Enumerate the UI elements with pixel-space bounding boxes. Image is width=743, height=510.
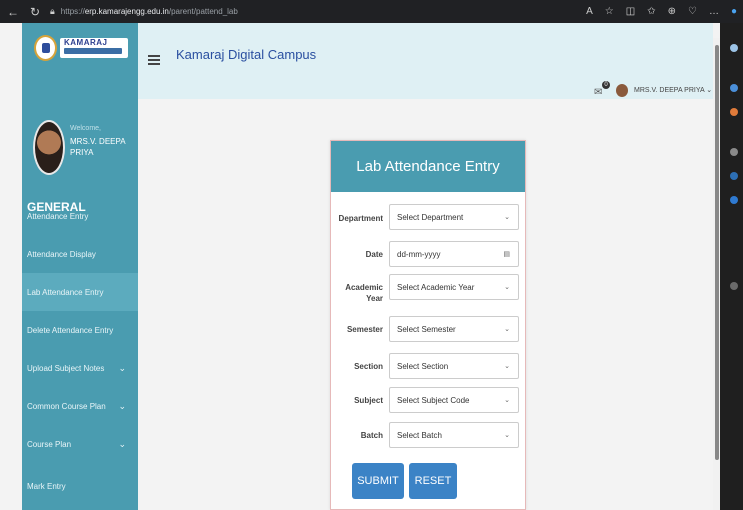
notification-badge: 0	[602, 81, 610, 89]
brand-tagline-graphic	[64, 48, 122, 54]
user-menu-label: MRS.V. DEEPA PRIYA	[634, 87, 705, 94]
subject-label: Subject	[354, 396, 383, 405]
sidebar-item-mark-entry[interactable]: Mark Entry	[22, 467, 138, 505]
address-bar[interactable]: https://erp.kamarajengg.edu.in/parent/pa…	[61, 7, 238, 16]
form-title: Lab Attendance Entry	[331, 141, 525, 192]
calendar-icon[interactable]: ▤	[503, 250, 510, 258]
chevron-down-icon: ⌄	[504, 363, 510, 370]
subject-placeholder: Select Subject Code	[397, 395, 470, 405]
welcome-text: Welcome,	[70, 125, 101, 132]
sidebar-item-upload-subject-notes[interactable]: Upload Subject Notes ⌄	[22, 349, 138, 387]
sidebar-item-label: Attendance Display	[27, 249, 96, 259]
user-menu[interactable]: MRS.V. DEEPA PRIYA ⌄	[634, 86, 712, 94]
reset-button[interactable]: RESET	[409, 463, 457, 499]
sidebar-item-label: Mark Entry	[27, 481, 66, 491]
office-sidebar-icon[interactable]	[730, 172, 738, 180]
read-aloud-icon[interactable]: A	[586, 6, 593, 17]
chevron-down-icon: ⌄	[118, 400, 126, 411]
url-path: /parent/pattend_lab	[168, 7, 238, 16]
chevron-down-icon: ⌄	[504, 284, 510, 291]
page-title: Kamaraj Digital Campus	[176, 47, 317, 62]
lab-attendance-card: Lab Attendance Entry Department Select D…	[330, 140, 526, 510]
favorites-icon[interactable]: ✩	[647, 6, 655, 17]
sidebar-item-course-plan[interactable]: Course Plan ⌄	[22, 425, 138, 463]
search-sidebar-icon[interactable]	[730, 44, 738, 52]
section-label: Section	[354, 362, 383, 371]
sidebar-user-name: MRS.V. DEEPA PRIYA	[70, 137, 126, 157]
date-placeholder: dd-mm-yyyy	[397, 249, 441, 259]
mail-icon[interactable]: ✉	[594, 87, 602, 98]
academic-year-label: Academic Year	[345, 283, 383, 303]
chevron-down-icon: ⌄	[504, 432, 510, 439]
chevron-down-icon: ⌄	[118, 438, 126, 449]
scrollbar-thumb[interactable]	[715, 45, 719, 460]
chevron-down-icon: ⌄	[706, 87, 713, 94]
college-logo	[34, 35, 57, 61]
batch-select[interactable]: Select Batch ⌄	[389, 422, 519, 448]
extensions-icon[interactable]: ♡	[688, 6, 697, 17]
sidebar-item-label: Delete Attendance Entry	[27, 325, 114, 335]
shopping-sidebar-icon[interactable]	[730, 84, 738, 92]
favorite-star-icon[interactable]: ☆	[605, 6, 614, 17]
split-screen-icon[interactable]: ◫	[626, 6, 635, 17]
browser-toolbar: ← ↻ 🔒︎ https://erp.kamarajengg.edu.in/pa…	[0, 0, 743, 23]
batch-placeholder: Select Batch	[397, 430, 442, 440]
submit-button[interactable]: SUBMIT	[352, 463, 404, 499]
date-label: Date	[365, 250, 383, 259]
sidebar-item-common-course-plan[interactable]: Common Course Plan ⌄	[22, 387, 138, 425]
academic-year-placeholder: Select Academic Year	[397, 282, 475, 292]
sidebar-item-delete-attendance-entry[interactable]: Delete Attendance Entry	[22, 311, 138, 349]
semester-placeholder: Select Semester	[397, 324, 456, 334]
url-prefix: https://	[60, 7, 85, 16]
sidebar-item-label: Upload Subject Notes	[27, 363, 105, 373]
sidebar-item-label: Lab Attendance Entry	[27, 287, 104, 297]
url-domain: erp.kamarajengg.edu.in	[84, 7, 169, 16]
sidebar: KAMARAJ Welcome, MRS.V. DEEPA PRIYA GENE…	[22, 23, 138, 510]
semester-label: Semester	[346, 325, 383, 334]
add-sidebar-icon[interactable]	[730, 282, 738, 290]
collections-icon[interactable]: ⊕	[668, 6, 676, 17]
brand-name: KAMARAJ	[64, 38, 108, 47]
more-menu-icon[interactable]: …	[709, 6, 719, 17]
chevron-down-icon: ⌄	[118, 362, 126, 373]
batch-label: Batch	[360, 431, 383, 440]
section-select[interactable]: Select Section ⌄	[389, 353, 519, 379]
sidebar-item-attendance-entry[interactable]: Attendance Entry	[22, 197, 138, 235]
user-avatar	[33, 120, 65, 175]
top-header: Kamaraj Digital Campus ✉ 0 MRS.V. DEEPA …	[138, 23, 713, 99]
date-input[interactable]: dd-mm-yyyy ▤	[389, 241, 519, 267]
games-sidebar-icon[interactable]	[730, 148, 738, 156]
section-placeholder: Select Section	[397, 361, 449, 371]
department-placeholder: Select Department	[397, 212, 464, 222]
chevron-down-icon: ⌄	[504, 326, 510, 333]
hamburger-menu-icon[interactable]	[148, 55, 160, 65]
sidebar-item-label: Common Course Plan	[27, 401, 106, 411]
sidebar-item-label: Attendance Entry	[27, 211, 89, 221]
refresh-icon[interactable]: ↻	[28, 5, 42, 19]
outlook-sidebar-icon[interactable]	[730, 196, 738, 204]
lock-icon[interactable]: 🔒︎	[50, 6, 55, 17]
back-icon[interactable]: ←	[6, 5, 20, 19]
sidebar-item-label: Course Plan	[27, 439, 72, 449]
browser-side-panel	[720, 23, 743, 510]
chevron-down-icon: ⌄	[504, 397, 510, 404]
department-label: Department	[338, 214, 383, 223]
copilot-icon[interactable]: ●	[731, 6, 737, 17]
department-select[interactable]: Select Department ⌄	[389, 204, 519, 230]
sidebar-item-lab-attendance-entry[interactable]: Lab Attendance Entry	[22, 273, 138, 311]
user-avatar-small[interactable]	[616, 84, 628, 97]
tools-sidebar-icon[interactable]	[730, 108, 738, 116]
subject-select[interactable]: Select Subject Code ⌄	[389, 387, 519, 413]
sidebar-item-attendance-display[interactable]: Attendance Display	[22, 235, 138, 273]
academic-year-select[interactable]: Select Academic Year ⌄	[389, 274, 519, 300]
semester-select[interactable]: Select Semester ⌄	[389, 316, 519, 342]
chevron-down-icon: ⌄	[504, 214, 510, 221]
